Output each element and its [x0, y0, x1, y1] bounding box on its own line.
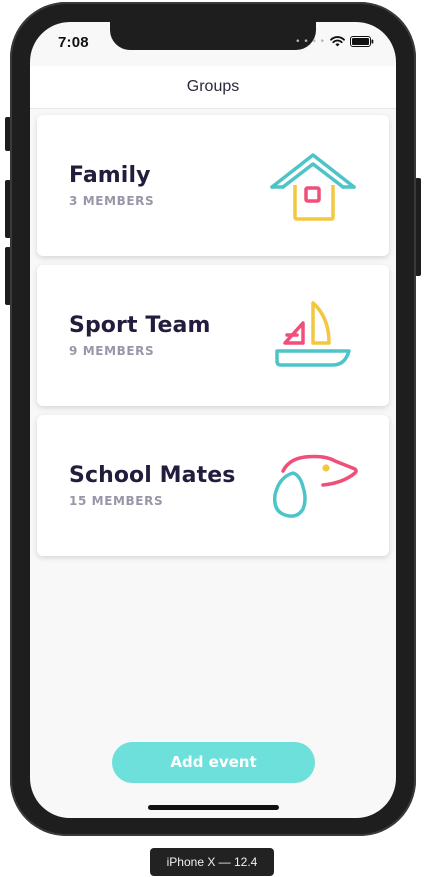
notch	[110, 22, 316, 50]
group-card-family[interactable]: Family 3 MEMBERS	[37, 115, 389, 256]
group-name: Sport Team	[69, 313, 211, 338]
add-event-button[interactable]: Add event	[112, 742, 315, 783]
group-name: School Mates	[69, 463, 236, 488]
group-card-sport-team[interactable]: Sport Team 9 MEMBERS	[37, 265, 389, 406]
group-member-count: 3 MEMBERS	[69, 194, 155, 208]
group-card-school-mates[interactable]: School Mates 15 MEMBERS	[37, 415, 389, 556]
group-member-count: 9 MEMBERS	[69, 344, 155, 358]
house-icon	[270, 153, 356, 221]
wifi-icon	[330, 36, 345, 47]
battery-icon	[350, 36, 374, 47]
status-time: 7:08	[58, 34, 89, 51]
group-member-count: 15 MEMBERS	[69, 494, 164, 508]
status-icons: • • • •	[295, 36, 374, 47]
simulator-stage: 7:08 • • • • Groups Family 3 MEMBERS Spo…	[0, 0, 426, 877]
group-name: Family	[69, 163, 151, 188]
navigation-bar: Groups	[30, 66, 396, 109]
page-title: Groups	[186, 78, 240, 95]
group-list: Family 3 MEMBERS Sport Team 9 MEMBERS Sc…	[37, 115, 389, 565]
device-label: iPhone X — 12.4	[150, 848, 274, 876]
dog-icon	[272, 454, 358, 518]
home-indicator[interactable]	[148, 805, 279, 810]
sailboat-icon	[275, 301, 351, 367]
phone-frame: 7:08 • • • • Groups Family 3 MEMBERS Spo…	[10, 2, 416, 836]
signal-dots-icon: • • • •	[295, 36, 325, 47]
phone-screen: 7:08 • • • • Groups Family 3 MEMBERS Spo…	[30, 22, 396, 818]
